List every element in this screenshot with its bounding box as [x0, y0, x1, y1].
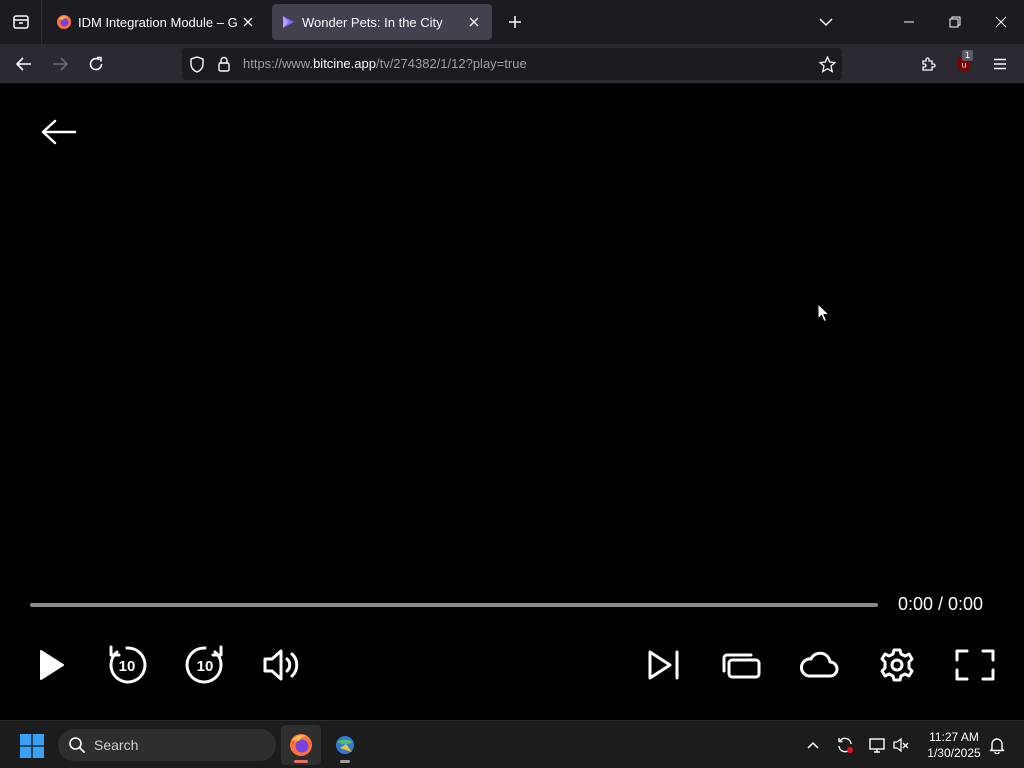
skip-next-icon: [648, 650, 679, 680]
arrow-left-icon: [16, 57, 31, 71]
episodes-button[interactable]: [719, 643, 763, 687]
reload-button[interactable]: [82, 50, 110, 78]
bell-icon: [989, 738, 1005, 754]
player-back-button[interactable]: [40, 117, 78, 147]
tab-title: IDM Integration Module – Get t: [78, 14, 238, 30]
hamburger-menu-icon: [994, 58, 1006, 70]
firefox-view-button[interactable]: [0, 0, 42, 44]
mouse-cursor-icon: [817, 303, 831, 323]
puzzle-icon: [922, 57, 936, 71]
forward-button[interactable]: [46, 50, 74, 78]
sync-icon: [838, 737, 853, 753]
fullscreen-icon: [955, 649, 995, 681]
tab-wonder-pets[interactable]: Wonder Pets: In the City: [272, 4, 492, 40]
extension-badge: 1: [962, 50, 974, 61]
plus-icon: [509, 16, 521, 28]
speaker-muted-icon: [893, 737, 909, 753]
chevron-up-icon: [807, 741, 819, 749]
shield-icon[interactable]: [188, 55, 206, 73]
tab-strip: IDM Integration Module – Get t Wonder Pe…: [0, 0, 1024, 44]
tab-idm-integration[interactable]: IDM Integration Module – Get t: [48, 4, 266, 40]
rewind-10-button[interactable]: 10: [105, 643, 149, 687]
url-text[interactable]: https://www.bitcine.app/tv/274382/1/12?p…: [243, 56, 527, 71]
seek-bar[interactable]: [30, 603, 878, 607]
firefox-view-icon: [12, 15, 29, 29]
extensions-button[interactable]: [914, 50, 942, 78]
minimize-icon: [904, 21, 914, 23]
play-button[interactable]: [28, 643, 72, 687]
show-hidden-icons-button[interactable]: [801, 733, 825, 757]
taskbar-firefox[interactable]: [281, 725, 321, 765]
close-icon: [243, 17, 253, 27]
source-cloud-button[interactable]: [797, 643, 841, 687]
app-menu-button[interactable]: [986, 50, 1014, 78]
search-icon: [69, 737, 85, 753]
running-indicator: [294, 760, 308, 763]
bookmark-star-icon[interactable]: [818, 55, 836, 73]
clock-time: 11:27 AM: [929, 730, 979, 744]
forward-10-icon: 10: [185, 645, 223, 684]
notifications-button[interactable]: [985, 733, 1009, 757]
clock-date: 1/30/2025: [927, 746, 981, 760]
time-display: 0:00 / 0:00: [898, 594, 984, 614]
volume-button[interactable]: [261, 643, 305, 687]
taskbar-search-box[interactable]: Search: [58, 729, 276, 761]
rewind-10-icon: 10: [109, 645, 147, 684]
close-icon: [995, 16, 1007, 28]
episodes-stack-icon: [722, 653, 761, 679]
restore-button[interactable]: [932, 0, 978, 44]
rewind-10-label: 10: [119, 658, 136, 675]
new-tab-button[interactable]: [503, 11, 527, 33]
close-tab-button[interactable]: [464, 12, 484, 32]
back-button[interactable]: [10, 50, 38, 78]
next-episode-button[interactable]: [641, 643, 685, 687]
close-window-button[interactable]: [978, 0, 1024, 44]
firefox-favicon-icon: [57, 15, 71, 29]
chevron-down-icon: [819, 18, 833, 27]
url-bar[interactable]: https://www.bitcine.app/tv/274382/1/12?p…: [182, 48, 842, 80]
forward-10-button[interactable]: 10: [183, 643, 227, 687]
search-placeholder: Search: [94, 737, 139, 753]
restore-icon: [949, 16, 961, 28]
taskbar-idm[interactable]: [325, 725, 365, 765]
network-monitor-icon: [869, 738, 885, 753]
volume-icon: [263, 649, 299, 681]
lock-icon[interactable]: [215, 55, 233, 73]
tray-sync[interactable]: [833, 733, 857, 757]
running-indicator: [340, 760, 350, 763]
fullscreen-button[interactable]: [953, 643, 997, 687]
forward-10-label: 10: [197, 658, 214, 675]
windows-taskbar: Search 11:27 AM 1/30/2025: [0, 720, 1024, 768]
firefox-icon: [290, 734, 312, 756]
tab-title: Wonder Pets: In the City: [302, 14, 443, 30]
svg-text:u: u: [961, 60, 966, 69]
close-icon: [469, 17, 479, 27]
idm-globe-icon: [336, 736, 354, 754]
windows-start-icon[interactable]: [20, 734, 44, 758]
settings-button[interactable]: [875, 643, 919, 687]
navigation-toolbar: https://www.bitcine.app/tv/274382/1/12?p…: [0, 44, 1024, 84]
reload-icon: [89, 56, 103, 71]
list-all-tabs-button[interactable]: [803, 0, 849, 44]
video-player[interactable]: 0:00 / 0:00 10 10: [0, 85, 1024, 720]
arrow-left-icon: [41, 119, 77, 145]
tray-volume[interactable]: [889, 733, 913, 757]
screen: IDM Integration Module – Get t Wonder Pe…: [0, 0, 1024, 768]
tray-network[interactable]: [865, 733, 889, 757]
cloud-icon: [800, 651, 839, 678]
play-icon: [40, 650, 64, 680]
arrow-right-icon: [53, 57, 68, 71]
gear-icon: [880, 648, 914, 682]
taskbar-clock[interactable]: 11:27 AM 1/30/2025: [918, 729, 990, 761]
minimize-button[interactable]: [886, 0, 932, 44]
bitcine-favicon-icon: [283, 16, 294, 28]
close-tab-button[interactable]: [238, 12, 258, 32]
